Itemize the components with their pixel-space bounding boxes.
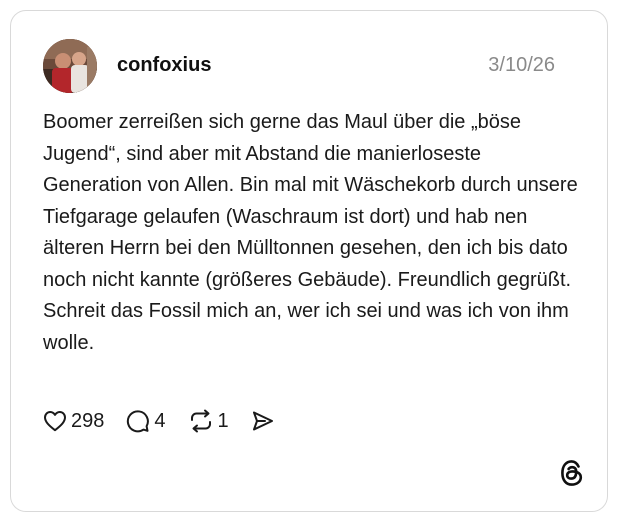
- like-button[interactable]: 298: [43, 409, 104, 433]
- repost-count: 1: [217, 410, 229, 432]
- repost-arrows-icon: [190, 409, 211, 433]
- like-count: 298: [71, 410, 105, 432]
- threads-logo-glyph: [561, 460, 583, 486]
- username[interactable]: confoxius: [117, 53, 211, 77]
- post-text: Boomer zerreißen sich gerne das Maul übe…: [43, 111, 578, 354]
- post-card: confoxius 3/10/26 Boomer zerreißen sich …: [10, 10, 608, 512]
- heart-icon: [44, 411, 66, 432]
- post-date: 3/10/26: [488, 54, 555, 76]
- comment-bubble-icon: [127, 410, 150, 433]
- action-bar: 298 4 1: [43, 407, 297, 435]
- share-button[interactable]: [251, 409, 275, 433]
- reply-count: 4: [154, 410, 166, 432]
- avatar[interactable]: [43, 39, 97, 93]
- repost-button[interactable]: 1: [188, 409, 229, 433]
- send-icon: [252, 411, 273, 431]
- reply-button[interactable]: 4: [126, 409, 166, 433]
- avatar-photo: [43, 39, 97, 93]
- threads-logo-icon[interactable]: [559, 459, 585, 487]
